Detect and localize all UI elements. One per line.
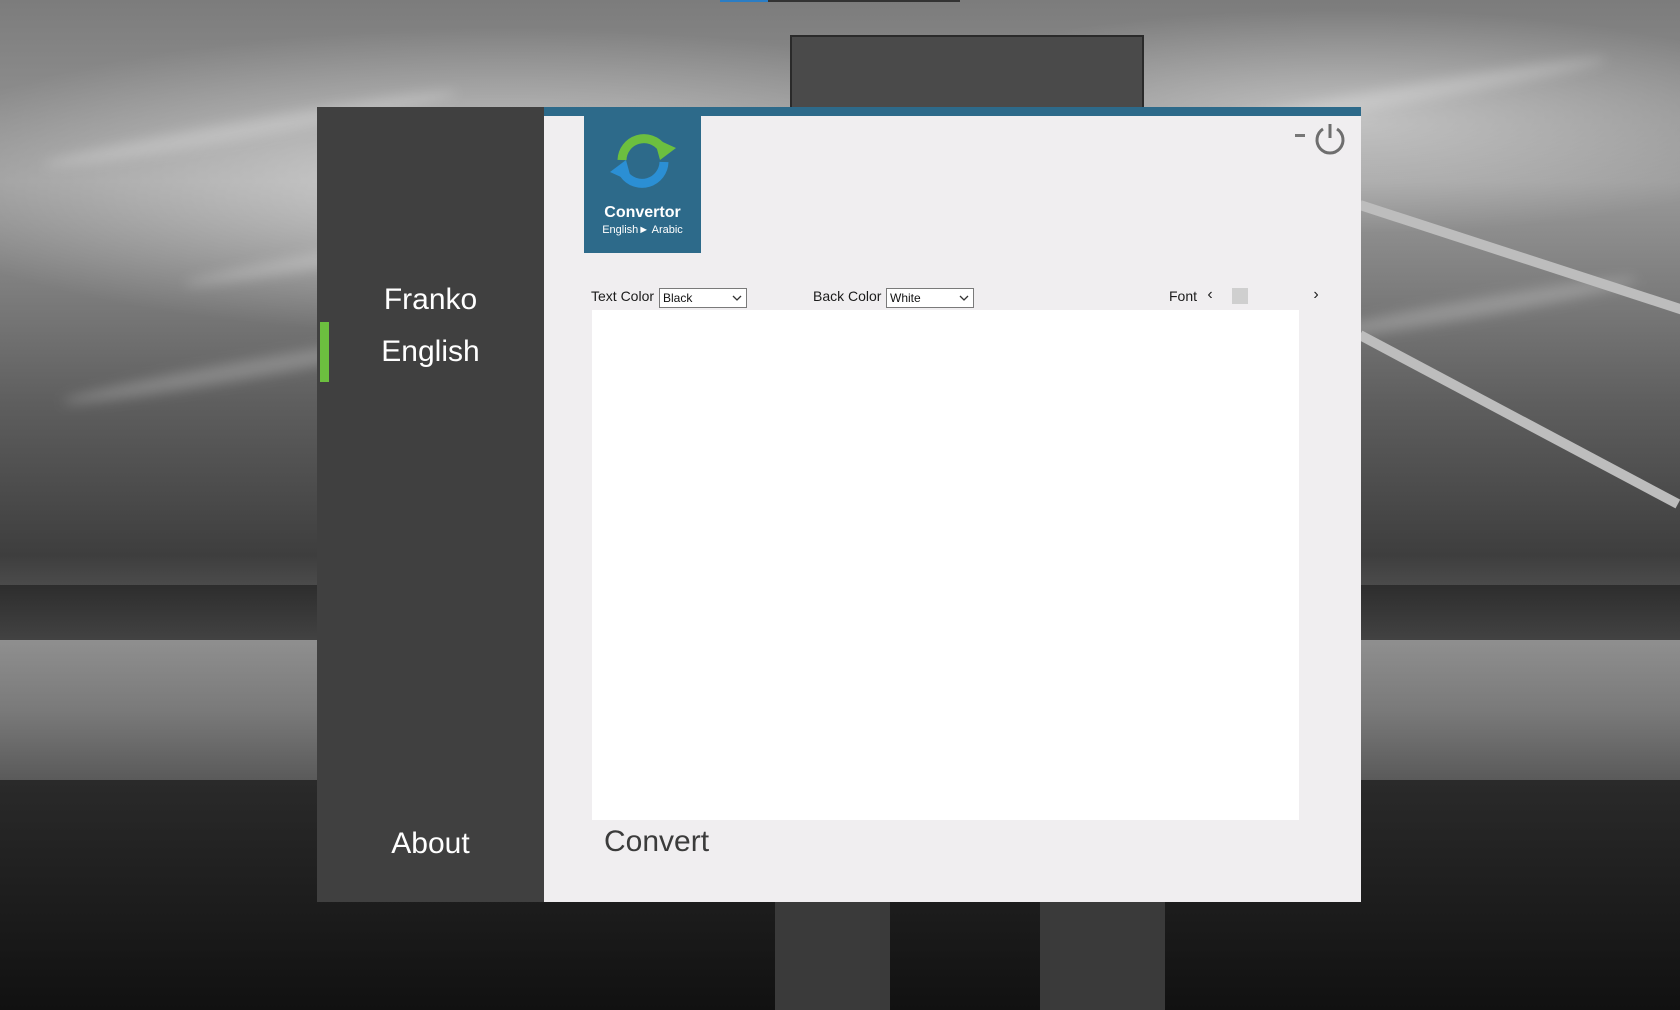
app-logo: Convertor English► Arabic xyxy=(584,116,701,253)
power-icon xyxy=(1315,124,1345,155)
sidebar-item-label: Franko xyxy=(383,283,478,316)
main-panel: Convertor English► Arabic Text Color Bla… xyxy=(544,107,1361,902)
app-title: Convertor xyxy=(604,204,681,221)
back-color-label: Back Color xyxy=(813,288,882,304)
text-color-select[interactable]: Black xyxy=(659,288,747,308)
text-color-value: Black xyxy=(663,291,693,305)
app-window: Franko English About Convertor English► … xyxy=(317,107,1361,902)
back-color-value: White xyxy=(890,291,921,305)
sidebar: Franko English About xyxy=(317,107,544,902)
text-color-label: Text Color xyxy=(591,288,655,304)
font-preview-swatch xyxy=(1232,288,1248,304)
power-button[interactable] xyxy=(1313,121,1347,155)
minimize-icon xyxy=(1295,134,1305,137)
sidebar-item-franko[interactable]: Franko xyxy=(317,270,544,330)
chevron-down-icon xyxy=(732,295,742,301)
active-indicator xyxy=(320,322,329,382)
minimize-button[interactable] xyxy=(1293,125,1307,147)
font-prev-button[interactable]: ‹ xyxy=(1203,285,1217,305)
refresh-arrows-icon xyxy=(610,134,676,188)
sidebar-item-label: English xyxy=(381,335,480,368)
text-editor[interactable] xyxy=(592,310,1299,820)
chevron-down-icon xyxy=(959,295,969,301)
sidebar-item-label: About xyxy=(391,827,470,860)
sidebar-item-about[interactable]: About xyxy=(317,814,544,874)
title-bar-accent xyxy=(544,107,1361,116)
convert-button[interactable]: Convert xyxy=(604,825,709,859)
font-label: Font xyxy=(1169,288,1198,304)
app-subtitle: English► Arabic xyxy=(602,224,683,236)
font-next-button[interactable]: › xyxy=(1309,285,1323,305)
sidebar-item-english[interactable]: English xyxy=(317,322,544,382)
back-color-select[interactable]: White xyxy=(886,288,974,308)
